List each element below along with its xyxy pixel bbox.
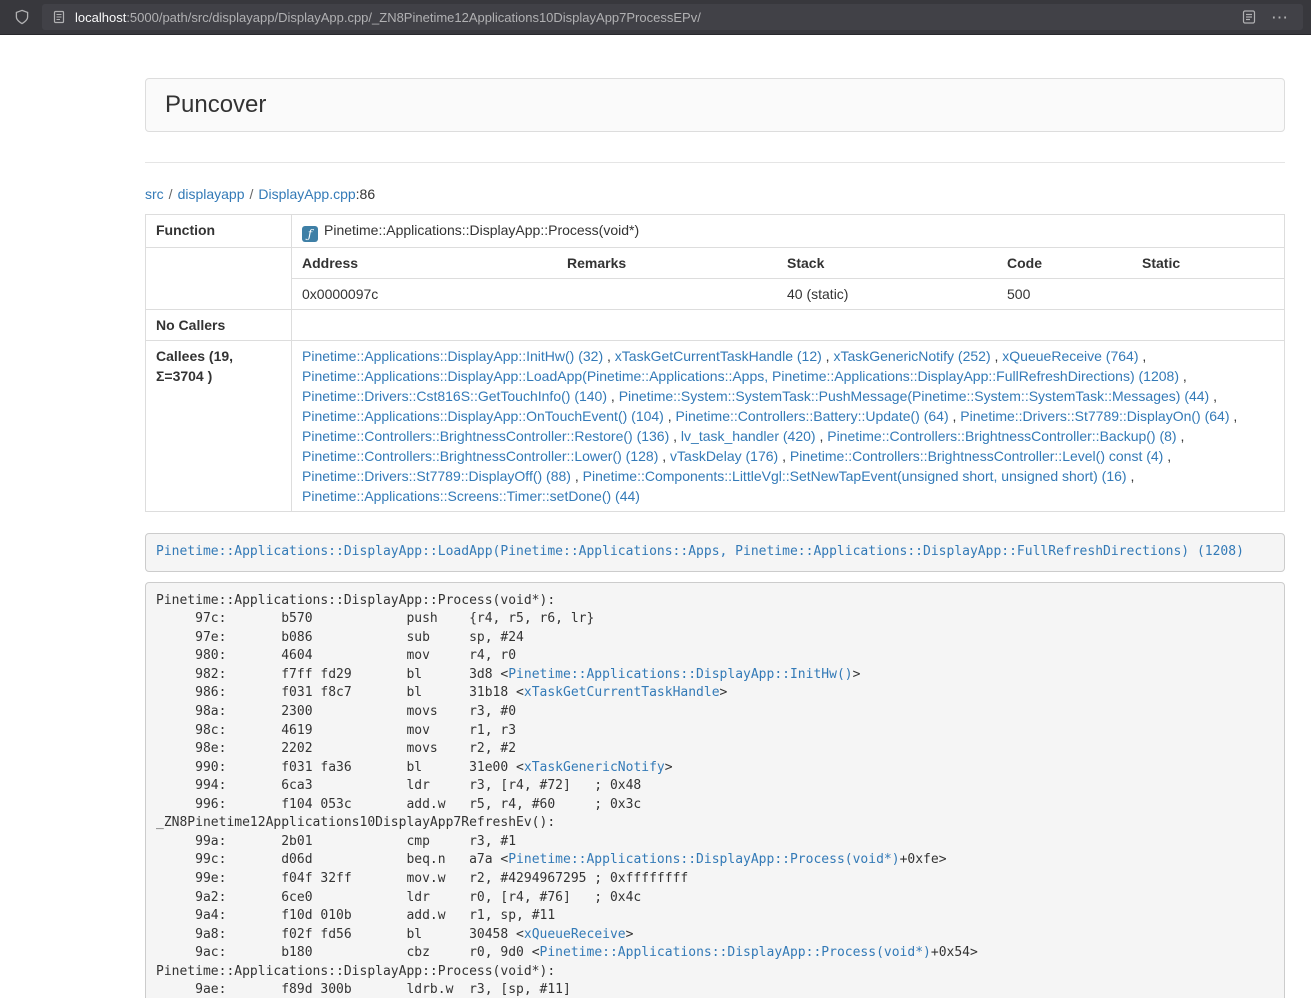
breadcrumb-file-link[interactable]: DisplayApp.cpp [258,186,355,202]
callee-link[interactable]: Pinetime::Applications::DisplayApp::Init… [302,348,603,364]
callee-link[interactable]: Pinetime::Applications::Screens::Timer::… [302,488,640,504]
column-header-address: Address [292,248,557,279]
callee-link[interactable]: Pinetime::Applications::DisplayApp::Load… [302,368,1179,384]
code-value: 500 [997,279,1132,310]
callee-link[interactable]: xQueueReceive (764) [1002,348,1138,364]
function-icon: ƒ [302,226,318,242]
callee-link[interactable]: Pinetime::Components::LittleVgl::SetNewT… [583,468,1127,484]
browser-toolbar: localhost:5000/path/src/displayapp/Displ… [0,0,1311,35]
callee-link[interactable]: Pinetime::System::SystemTask::PushMessag… [619,388,1210,404]
loadapp-symbol-box: Pinetime::Applications::DisplayApp::Load… [145,533,1285,572]
stats-header-row: Address Remarks Stack Code Static [292,248,1284,279]
asm-symbol-link[interactable]: xTaskGenericNotify [524,760,665,775]
stats-empty-label-cell [146,248,292,310]
column-header-stack: Stack [777,248,997,279]
callee-link[interactable]: Pinetime::Applications::DisplayApp::OnTo… [302,408,664,424]
asm-symbol-link[interactable]: xTaskGetCurrentTaskHandle [524,685,720,700]
callee-link[interactable]: Pinetime::Controllers::BrightnessControl… [302,448,658,464]
callee-link[interactable]: Pinetime::Controllers::BrightnessControl… [827,428,1176,444]
callers-cell [292,310,1285,341]
function-stats-table: Address Remarks Stack Code Static 0x0000… [292,248,1284,309]
callee-link[interactable]: Pinetime::Controllers::BrightnessControl… [302,428,669,444]
remarks-value [557,279,777,310]
url-path: :5000/path/src/displayapp/DisplayApp.cpp… [126,10,701,25]
breadcrumb-separator: / [164,186,178,202]
callee-link[interactable]: xTaskGetCurrentTaskHandle (12) [615,348,822,364]
callee-link[interactable]: Pinetime::Controllers::BrightnessControl… [790,448,1163,464]
function-name: Pinetime::Applications::DisplayApp::Proc… [324,222,639,238]
asm-symbol-link[interactable]: xQueueReceive [524,927,626,942]
asm-symbol-link[interactable]: Pinetime::Applications::DisplayApp::Proc… [508,852,899,867]
callees-row: Callees (19, Σ=3704 ) Pinetime::Applicat… [146,341,1285,512]
column-header-remarks: Remarks [557,248,777,279]
stats-row: Address Remarks Stack Code Static 0x0000… [146,248,1285,310]
assembly-code: Pinetime::Applications::DisplayApp::Proc… [145,582,1285,998]
column-header-static: Static [1132,248,1284,279]
function-table: Function ƒPinetime::Applications::Displa… [145,214,1285,512]
function-label: Function [146,215,292,248]
divider [145,162,1285,163]
page-content: Puncover src/displayapp/DisplayApp.cpp:8… [145,78,1285,998]
app-header-panel: Puncover [145,78,1285,132]
stats-value-row: 0x0000097c 40 (static) 500 [292,279,1284,310]
callees-label: Callees (19, Σ=3704 ) [146,341,292,512]
column-header-code: Code [997,248,1132,279]
callee-link[interactable]: Pinetime::Drivers::St7789::DisplayOff() … [302,468,571,484]
page-actions-menu-icon[interactable]: ⋯ [1271,9,1289,26]
url-bar[interactable]: localhost:5000/path/src/displayapp/Displ… [42,4,1303,30]
function-name-cell: ƒ Pinetime::Applications::DisplayApp::Pro… [292,215,1285,248]
callee-link[interactable]: Pinetime::Drivers::St7789::DisplayOn() (… [960,408,1229,424]
static-value [1132,279,1284,310]
page-info-icon[interactable] [52,10,66,24]
callee-link[interactable]: Pinetime::Drivers::Cst816S::GetTouchInfo… [302,388,607,404]
asm-symbol-link[interactable]: Pinetime::Applications::DisplayApp::Init… [508,667,852,682]
callee-link[interactable]: xTaskGenericNotify (252) [833,348,990,364]
breadcrumb-separator: / [245,186,259,202]
no-callers-label: No Callers [146,310,292,341]
url-text: localhost:5000/path/src/displayapp/Displ… [75,10,1231,25]
breadcrumb-line-number: :86 [356,186,375,202]
breadcrumb-displayapp-link[interactable]: displayapp [178,186,245,202]
callers-row: No Callers [146,310,1285,341]
breadcrumb-src-link[interactable]: src [145,186,164,202]
address-value: 0x0000097c [292,279,557,310]
tracking-protection-shield-icon[interactable] [14,9,30,25]
callee-link[interactable]: vTaskDelay (176) [670,448,778,464]
callees-list: Pinetime::Applications::DisplayApp::Init… [292,341,1285,512]
reader-view-icon[interactable] [1241,9,1257,25]
app-title: Puncover [165,91,1265,119]
callee-link[interactable]: lv_task_handler (420) [681,428,816,444]
asm-symbol-link[interactable]: Pinetime::Applications::DisplayApp::Proc… [540,945,931,960]
function-row: Function ƒ Pinetime::Applications::Displa… [146,215,1285,248]
url-host: localhost [75,10,126,25]
breadcrumb: src/displayapp/DisplayApp.cpp:86 [145,184,1285,204]
callee-link[interactable]: Pinetime::Controllers::Battery::Update()… [676,408,949,424]
loadapp-symbol-link[interactable]: Pinetime::Applications::DisplayApp::Load… [156,544,1244,559]
stack-value: 40 (static) [777,279,997,310]
